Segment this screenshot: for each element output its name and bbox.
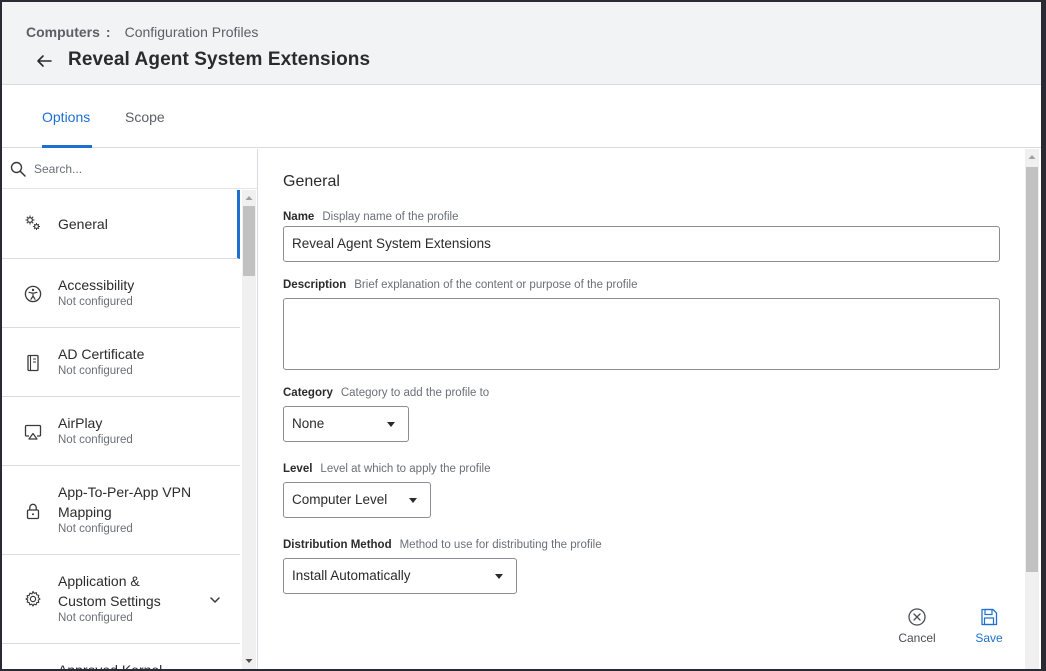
sidebar-item-label: Accessibility bbox=[58, 277, 135, 293]
category-label-text: Category bbox=[283, 387, 333, 399]
sidebar-item-label: Approved Kernel bbox=[58, 660, 162, 669]
payload-list: General Accessibility Not configured AD … bbox=[2, 190, 240, 669]
sidebar-search bbox=[2, 149, 257, 189]
category-help-text: Category to add the profile to bbox=[340, 387, 490, 399]
main-scrollbar-thumb[interactable] bbox=[1026, 167, 1038, 572]
description-label-text: Description bbox=[283, 279, 347, 291]
certificate-icon bbox=[27, 354, 39, 372]
save-button[interactable]: Save bbox=[969, 607, 1009, 645]
name-input[interactable]: Reveal Agent System Extensions bbox=[283, 226, 1000, 262]
sidebar-item-label-line2: Custom Settings bbox=[58, 593, 161, 609]
app-window: Computers : Configuration Profiles Revea… bbox=[2, 2, 1041, 669]
sidebar-item-label-line2: Mapping bbox=[58, 504, 112, 520]
cancel-button[interactable]: Cancel bbox=[895, 607, 939, 645]
cancel-label: Cancel bbox=[898, 631, 936, 645]
general-form: General Name Display name of the profile … bbox=[259, 149, 1025, 669]
sidebar-item-status: Not configured bbox=[58, 523, 133, 535]
distribution-help-text: Method to use for distributing the profi… bbox=[399, 539, 602, 551]
back-arrow-icon[interactable] bbox=[34, 51, 54, 71]
breadcrumb-separator: : bbox=[105, 24, 111, 40]
scroll-up-arrow-icon[interactable] bbox=[1028, 153, 1036, 161]
sidebar-item-status: Not configured bbox=[58, 612, 133, 624]
breadcrumb-current[interactable]: Configuration Profiles bbox=[125, 24, 259, 40]
search-icon bbox=[10, 161, 26, 177]
sidebar-scrollbar-thumb[interactable] bbox=[243, 206, 255, 276]
save-floppy-icon bbox=[981, 608, 998, 626]
gear-cluster-icon bbox=[25, 215, 40, 230]
sidebar-item-label-line1: App-To-Per-App VPN bbox=[58, 484, 192, 500]
tab-bar: Options Scope bbox=[2, 85, 1041, 148]
description-help-text: Brief explanation of the content or purp… bbox=[354, 279, 638, 291]
distribution-select[interactable]: Install Automatically bbox=[283, 558, 517, 594]
sidebar-item-label-line1: Application & bbox=[58, 573, 140, 589]
dropdown-caret-icon bbox=[387, 422, 395, 427]
search-input[interactable] bbox=[34, 157, 234, 181]
lock-icon bbox=[26, 503, 40, 520]
dropdown-caret-icon bbox=[495, 574, 503, 579]
section-title: General bbox=[283, 173, 340, 190]
sidebar-item-label: General bbox=[58, 216, 108, 232]
gear-icon bbox=[25, 590, 41, 607]
name-label: Name Display name of the profile bbox=[283, 211, 458, 223]
sidebar-item-label: AirPlay bbox=[58, 415, 103, 431]
sidebar-scrollbar[interactable] bbox=[242, 190, 256, 669]
level-label: Level Level at which to apply the profile bbox=[283, 463, 490, 475]
dropdown-caret-icon bbox=[409, 498, 417, 503]
scroll-up-arrow-icon[interactable] bbox=[245, 194, 253, 202]
name-label-text: Name bbox=[283, 211, 315, 223]
level-label-text: Level bbox=[283, 463, 313, 475]
sidebar-item-app-vpn-mapping[interactable]: App-To-Per-App VPN Mapping Not configure… bbox=[2, 466, 240, 555]
category-label: Category Category to add the profile to bbox=[283, 387, 489, 399]
sidebar-item-airplay[interactable]: AirPlay Not configured bbox=[2, 397, 240, 466]
tab-scope[interactable]: Scope bbox=[125, 85, 165, 148]
airplay-icon bbox=[24, 424, 42, 440]
breadcrumb-root[interactable]: Computers bbox=[26, 24, 100, 40]
payload-sidebar: General Accessibility Not configured bbox=[2, 149, 258, 669]
distribution-value: Install Automatically bbox=[292, 568, 411, 583]
save-label: Save bbox=[975, 631, 1003, 645]
tab-options[interactable]: Options bbox=[42, 85, 92, 148]
sidebar-item-label: AD Certificate bbox=[58, 346, 145, 362]
sidebar-item-status: Not configured bbox=[58, 296, 133, 308]
main-scrollbar[interactable] bbox=[1025, 149, 1039, 669]
category-value: None bbox=[292, 416, 325, 431]
sidebar-item-approved-kernel[interactable]: Approved Kernel bbox=[2, 644, 240, 669]
sidebar-item-status: Not configured bbox=[58, 434, 133, 446]
level-help-text: Level at which to apply the profile bbox=[320, 463, 491, 475]
cancel-circle-x-icon bbox=[908, 608, 926, 626]
level-value: Computer Level bbox=[292, 492, 388, 507]
accessibility-icon bbox=[24, 285, 42, 303]
distribution-label-text: Distribution Method bbox=[283, 539, 392, 551]
name-help-text: Display name of the profile bbox=[322, 211, 459, 223]
breadcrumb: Computers : Configuration Profiles bbox=[26, 24, 258, 40]
description-textarea[interactable] bbox=[283, 298, 1000, 370]
distribution-label: Distribution Method Method to use for dis… bbox=[283, 539, 602, 551]
page-header: Computers : Configuration Profiles Revea… bbox=[2, 2, 1041, 85]
category-select[interactable]: None bbox=[283, 406, 409, 442]
sidebar-item-general[interactable]: General bbox=[2, 190, 240, 259]
chevron-down-icon[interactable] bbox=[208, 593, 222, 607]
sidebar-item-ad-certificate[interactable]: AD Certificate Not configured bbox=[2, 328, 240, 397]
sidebar-item-status: Not configured bbox=[58, 365, 133, 377]
sidebar-item-accessibility[interactable]: Accessibility Not configured bbox=[2, 259, 240, 328]
scroll-down-arrow-icon[interactable] bbox=[245, 657, 253, 665]
page-title: Reveal Agent System Extensions bbox=[68, 49, 371, 70]
sidebar-item-application-custom-settings[interactable]: Application & Custom Settings Not config… bbox=[2, 555, 240, 644]
level-select[interactable]: Computer Level bbox=[283, 482, 431, 518]
description-label: Description Brief explanation of the cont… bbox=[283, 279, 637, 291]
